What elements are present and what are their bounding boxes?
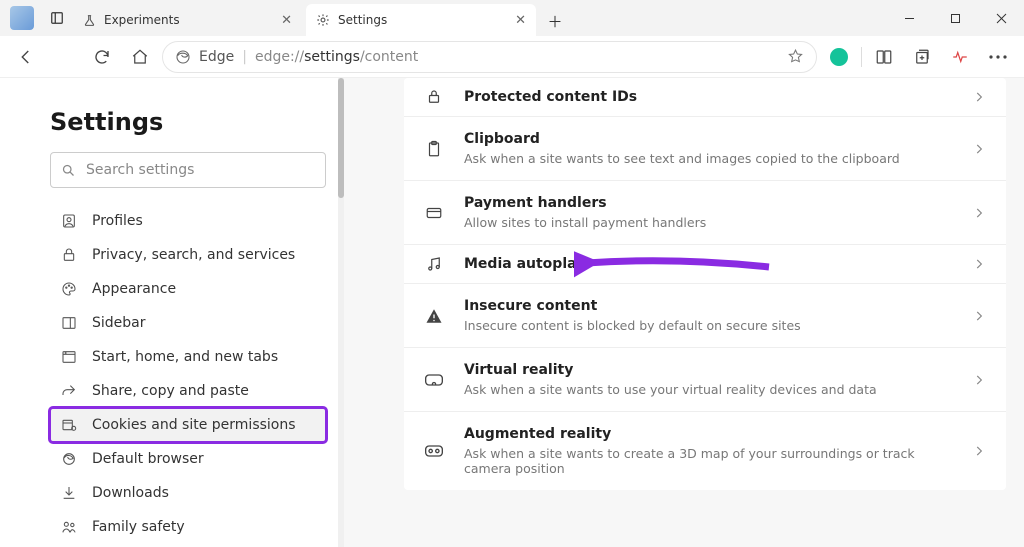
tab-label: Settings bbox=[338, 13, 387, 27]
address-bar[interactable]: Edge | edge://settings/content bbox=[162, 41, 817, 73]
gear-icon bbox=[316, 13, 330, 27]
nav-downloads[interactable]: Downloads bbox=[50, 476, 326, 510]
nav-share[interactable]: Share, copy and paste bbox=[50, 374, 326, 408]
search-placeholder: Search settings bbox=[86, 162, 194, 178]
nav-sidebar[interactable]: Sidebar bbox=[50, 306, 326, 340]
back-button[interactable] bbox=[10, 41, 42, 73]
family-icon bbox=[60, 519, 78, 535]
search-icon bbox=[61, 163, 76, 178]
tab-label: Experiments bbox=[104, 13, 180, 27]
download-icon bbox=[60, 485, 78, 501]
close-icon[interactable]: ✕ bbox=[515, 13, 526, 28]
profile-icon bbox=[60, 213, 78, 229]
search-input[interactable]: Search settings bbox=[50, 152, 326, 188]
tab-actions-icon[interactable] bbox=[42, 3, 72, 33]
nav-profiles[interactable]: Profiles bbox=[50, 204, 326, 238]
minimize-button[interactable] bbox=[886, 0, 932, 36]
chevron-right-icon bbox=[972, 444, 986, 458]
chevron-right-icon bbox=[972, 142, 986, 156]
nav-privacy[interactable]: Privacy, search, and services bbox=[50, 238, 326, 272]
nav-appearance[interactable]: Appearance bbox=[50, 272, 326, 306]
edge-logo-icon bbox=[175, 49, 191, 65]
split-screen-icon[interactable] bbox=[868, 41, 900, 73]
toolbar: Edge | edge://settings/content bbox=[0, 36, 1024, 78]
row-augmented-reality[interactable]: Augmented realityAsk when a site wants t… bbox=[404, 412, 1006, 490]
edge-label: Edge bbox=[199, 49, 234, 65]
profile-avatar[interactable] bbox=[10, 6, 34, 30]
tab-experiments[interactable]: Experiments ✕ bbox=[72, 4, 302, 36]
nav-cookies-permissions[interactable]: Cookies and site permissions bbox=[50, 408, 326, 442]
chevron-right-icon bbox=[972, 206, 986, 220]
grammarly-icon[interactable] bbox=[823, 41, 855, 73]
nav-family[interactable]: Family safety bbox=[50, 510, 326, 544]
chevron-right-icon bbox=[972, 257, 986, 271]
maximize-button[interactable] bbox=[932, 0, 978, 36]
music-icon bbox=[424, 255, 444, 273]
tab-settings[interactable]: Settings ✕ bbox=[306, 4, 536, 36]
window-controls bbox=[886, 0, 1024, 36]
flask-icon bbox=[82, 13, 96, 27]
wellness-icon[interactable] bbox=[944, 41, 976, 73]
vr-icon bbox=[424, 373, 444, 387]
sidebar-icon bbox=[60, 315, 78, 331]
more-icon[interactable] bbox=[982, 41, 1014, 73]
url-text: edge://settings/content bbox=[255, 49, 418, 65]
page-title: Settings bbox=[50, 108, 326, 136]
permission-list: Protected content IDs ClipboardAsk when … bbox=[404, 78, 1006, 490]
nav-start-home[interactable]: Start, home, and new tabs bbox=[50, 340, 326, 374]
edge-icon bbox=[60, 451, 78, 467]
cookie-icon bbox=[60, 417, 78, 433]
settings-sidebar: Settings Search settings Profiles Privac… bbox=[0, 78, 344, 547]
chevron-right-icon bbox=[972, 373, 986, 387]
shield-lock-icon bbox=[424, 88, 444, 106]
lock-icon bbox=[60, 247, 78, 263]
row-protected-content[interactable]: Protected content IDs bbox=[404, 78, 1006, 117]
home-tab-icon bbox=[60, 349, 78, 365]
card-icon bbox=[424, 204, 444, 222]
close-icon[interactable]: ✕ bbox=[281, 13, 292, 28]
row-virtual-reality[interactable]: Virtual realityAsk when a site wants to … bbox=[404, 348, 1006, 412]
favorite-icon[interactable] bbox=[787, 48, 804, 65]
new-tab-button[interactable]: ＋ bbox=[540, 6, 570, 36]
row-insecure-content[interactable]: Insecure contentInsecure content is bloc… bbox=[404, 284, 1006, 348]
tabstrip: Experiments ✕ Settings ✕ ＋ bbox=[72, 4, 570, 36]
chevron-right-icon bbox=[972, 90, 986, 104]
warning-icon bbox=[424, 307, 444, 325]
ar-icon bbox=[424, 444, 444, 458]
home-button[interactable] bbox=[124, 41, 156, 73]
close-window-button[interactable] bbox=[978, 0, 1024, 36]
settings-nav: Profiles Privacy, search, and services A… bbox=[50, 204, 326, 544]
refresh-button[interactable] bbox=[86, 41, 118, 73]
titlebar: Experiments ✕ Settings ✕ ＋ bbox=[0, 0, 1024, 36]
row-clipboard[interactable]: ClipboardAsk when a site wants to see te… bbox=[404, 117, 1006, 181]
content-area: Settings Search settings Profiles Privac… bbox=[0, 78, 1024, 547]
row-payment-handlers[interactable]: Payment handlersAllow sites to install p… bbox=[404, 181, 1006, 245]
clipboard-icon bbox=[424, 140, 444, 158]
collections-icon[interactable] bbox=[906, 41, 938, 73]
settings-main: Protected content IDs ClipboardAsk when … bbox=[344, 78, 1024, 547]
palette-icon bbox=[60, 281, 78, 297]
share-icon bbox=[60, 383, 78, 399]
nav-default-browser[interactable]: Default browser bbox=[50, 442, 326, 476]
chevron-right-icon bbox=[972, 309, 986, 323]
row-media-autoplay[interactable]: Media autoplay bbox=[404, 245, 1006, 284]
